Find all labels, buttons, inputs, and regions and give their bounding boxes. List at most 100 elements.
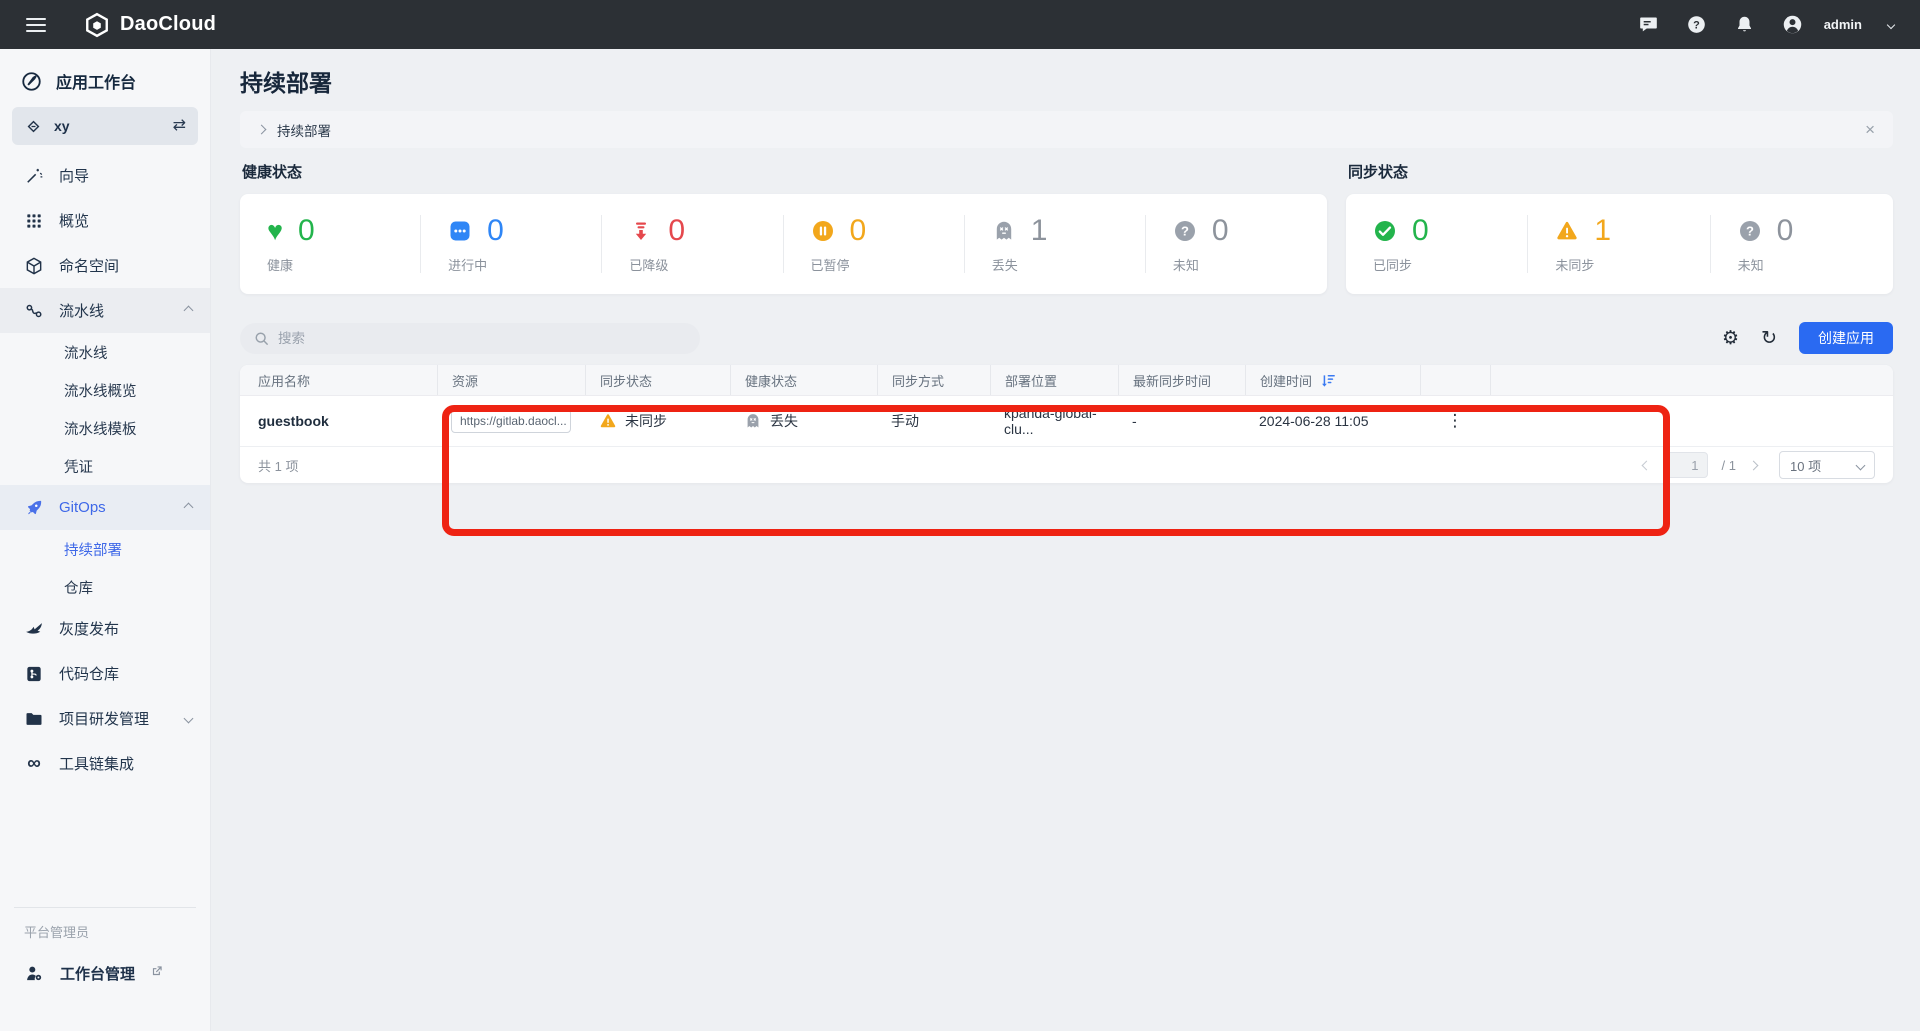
stat-value: 1 xyxy=(1031,214,1048,248)
sidebar-item-project-management[interactable]: 项目研发管理 xyxy=(0,696,210,741)
breadcrumb-close-icon[interactable]: × xyxy=(1865,121,1875,138)
gear-icon[interactable]: ⚙ xyxy=(1722,329,1739,348)
sync-status-title: 同步状态 xyxy=(1348,164,1893,182)
stat-label: 健康 xyxy=(267,255,421,274)
stat-healthy: ♥ 0 健康 xyxy=(240,194,421,294)
workspace-selector[interactable]: xy ⇄ xyxy=(12,107,198,145)
help-icon[interactable]: ? xyxy=(1686,14,1708,36)
column-header-last-sync[interactable]: 最新同步时间 xyxy=(1118,365,1245,395)
stat-suspended: 0 已暂停 xyxy=(784,194,965,294)
sort-icon[interactable] xyxy=(1320,372,1337,389)
table-toolbar: ⚙ ↻ 创建应用 xyxy=(240,322,1893,354)
chevron-down-icon xyxy=(1856,460,1866,470)
health-status-title: 健康状态 xyxy=(242,164,1327,182)
sidebar-item-label: 项目研发管理 xyxy=(59,708,149,729)
column-header-app-name[interactable]: 应用名称 xyxy=(240,365,437,395)
sidebar-item-toolchain[interactable]: ∞ 工具链集成 xyxy=(0,741,210,786)
question-icon: ? xyxy=(1173,219,1197,243)
sidebar-item-label: 灰度发布 xyxy=(59,618,119,639)
cell-health-status: 丢失 xyxy=(730,411,877,431)
chat-icon[interactable] xyxy=(1638,14,1660,36)
platform-admin-label: 平台管理员 xyxy=(24,922,210,941)
page-title: 持续部署 xyxy=(240,69,1893,97)
pagination: / 1 10 项 xyxy=(1643,451,1875,479)
sidebar-subitem-pipeline[interactable]: 流水线 xyxy=(0,333,210,371)
column-header-health-status[interactable]: 健康状态 xyxy=(730,365,877,395)
user-chevron-down-icon[interactable] xyxy=(1887,20,1895,28)
sidebar-item-gitops[interactable]: GitOps xyxy=(0,485,210,530)
brand: DaoCloud xyxy=(84,12,216,38)
column-header-label: 创建时间 xyxy=(1260,371,1312,390)
row-actions-kebab-icon[interactable]: ⋮ xyxy=(1420,411,1490,431)
avatar[interactable] xyxy=(1782,14,1804,36)
create-app-button[interactable]: 创建应用 xyxy=(1799,322,1893,354)
column-header-resource[interactable]: 资源 xyxy=(437,365,585,395)
bell-icon[interactable] xyxy=(1734,14,1756,36)
stat-progressing: 0 进行中 xyxy=(421,194,602,294)
prev-page-icon[interactable] xyxy=(1641,460,1651,470)
external-link-icon xyxy=(150,964,164,982)
sidebar-item-gray-release[interactable]: 灰度发布 xyxy=(0,606,210,651)
refresh-icon[interactable]: ↻ xyxy=(1761,329,1777,348)
stat-label: 未知 xyxy=(1738,255,1893,274)
page-size-value: 10 项 xyxy=(1790,456,1821,475)
sidebar-subitem-pipeline-overview[interactable]: 流水线概览 xyxy=(0,371,210,409)
search-input[interactable] xyxy=(278,331,687,346)
sidebar-item-namespace[interactable]: 命名空间 xyxy=(0,243,210,288)
stat-value: 1 xyxy=(1594,214,1611,248)
sidebar-subitem-credentials[interactable]: 凭证 xyxy=(0,447,210,485)
stat-sync-unknown: ? 0 未知 xyxy=(1711,194,1893,294)
stat-value: 0 xyxy=(487,214,504,248)
sync-status-section: 同步状态 0 已同步 1 未同步 xyxy=(1346,164,1893,294)
breadcrumb-chevron-icon xyxy=(257,125,267,135)
chevron-up-icon[interactable] xyxy=(184,306,194,316)
search-box[interactable] xyxy=(240,323,700,354)
page-size-select[interactable]: 10 项 xyxy=(1779,451,1875,479)
sync-status-text: 未同步 xyxy=(625,411,667,431)
stat-label: 已同步 xyxy=(1373,255,1528,274)
resource-chip[interactable]: https://gitlab.daocl... xyxy=(451,409,571,433)
sidebar-item-label: 工具链集成 xyxy=(59,753,134,774)
cell-sync-status: 未同步 xyxy=(585,411,730,431)
brand-name: DaoCloud xyxy=(120,13,216,36)
sidebar-item-pipeline[interactable]: 流水线 xyxy=(0,288,210,333)
column-header-location[interactable]: 部署位置 xyxy=(990,365,1118,395)
breadcrumb: 持续部署 × xyxy=(240,111,1893,148)
chevron-down-icon[interactable] xyxy=(184,714,194,724)
paused-icon xyxy=(811,219,835,243)
warning-triangle-icon xyxy=(599,412,617,430)
workspace-name: xy xyxy=(54,118,162,134)
username[interactable]: admin xyxy=(1824,17,1862,32)
svg-text:?: ? xyxy=(1181,224,1189,239)
check-circle-icon xyxy=(1373,219,1397,243)
sidebar-item-code-repo[interactable]: 代码仓库 xyxy=(0,651,210,696)
breadcrumb-label[interactable]: 持续部署 xyxy=(277,120,331,140)
sidebar-item-label: GitOps xyxy=(59,499,106,516)
heart-icon: ♥ xyxy=(267,219,283,243)
next-page-icon[interactable] xyxy=(1749,460,1759,470)
cell-app-name[interactable]: guestbook xyxy=(240,413,437,429)
stat-label: 未知 xyxy=(1173,255,1327,274)
sidebar-item-wizard[interactable]: 向导 xyxy=(0,153,210,198)
page-number-input[interactable] xyxy=(1664,452,1708,478)
subitem-label: 持续部署 xyxy=(64,539,122,560)
hamburger-menu-icon[interactable] xyxy=(26,18,46,32)
sidebar-subitem-repository[interactable]: 仓库 xyxy=(0,568,210,606)
table-header-row: 应用名称 资源 同步状态 健康状态 同步方式 部署位置 最新同步时间 创建时间 xyxy=(240,365,1893,396)
sidebar-item-workbench-management[interactable]: 工作台管理 xyxy=(0,951,210,995)
sidebar-subitem-pipeline-template[interactable]: 流水线模板 xyxy=(0,409,210,447)
cell-sync-mode: 手动 xyxy=(877,411,990,431)
sidebar-item-overview[interactable]: 概览 xyxy=(0,198,210,243)
table-row[interactable]: guestbook https://gitlab.daocl... 未同步 丢失… xyxy=(240,396,1893,447)
column-header-sync-mode[interactable]: 同步方式 xyxy=(877,365,990,395)
stat-label: 丢失 xyxy=(992,255,1146,274)
column-header-sync-status[interactable]: 同步状态 xyxy=(585,365,730,395)
chevron-up-icon[interactable] xyxy=(184,503,194,513)
sidebar-item-label: 工作台管理 xyxy=(60,963,135,984)
stat-value: 0 xyxy=(1212,214,1229,248)
stat-label: 进行中 xyxy=(448,255,602,274)
column-header-created[interactable]: 创建时间 xyxy=(1245,365,1420,395)
admin-person-icon xyxy=(24,963,45,984)
sidebar-subitem-continuous-deployment[interactable]: 持续部署 xyxy=(0,530,210,568)
workspace-swap-icon[interactable]: ⇄ xyxy=(173,118,186,134)
